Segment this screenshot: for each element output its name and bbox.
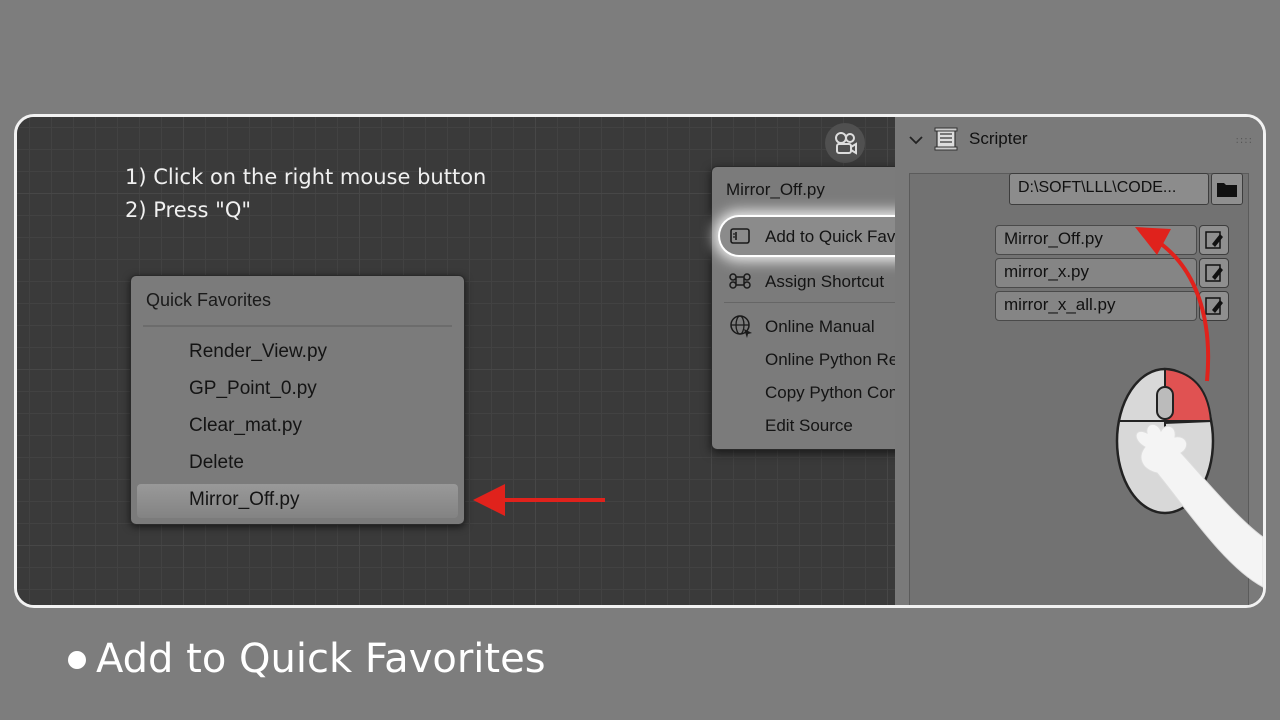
3d-viewport[interactable]: 1) Click on the right mouse button 2) Pr… xyxy=(17,117,1011,605)
scripter-panel: Scripter :::: D:\SOFT\LLL\CODE... Mirror… xyxy=(895,117,1263,605)
bullet-icon xyxy=(68,651,86,669)
screenshot-frame: 1) Click on the right mouse button 2) Pr… xyxy=(14,114,1266,608)
caption: Add to Quick Favorites xyxy=(96,636,546,682)
left-arrow-icon xyxy=(473,484,605,516)
mouse-icon xyxy=(1115,367,1263,588)
